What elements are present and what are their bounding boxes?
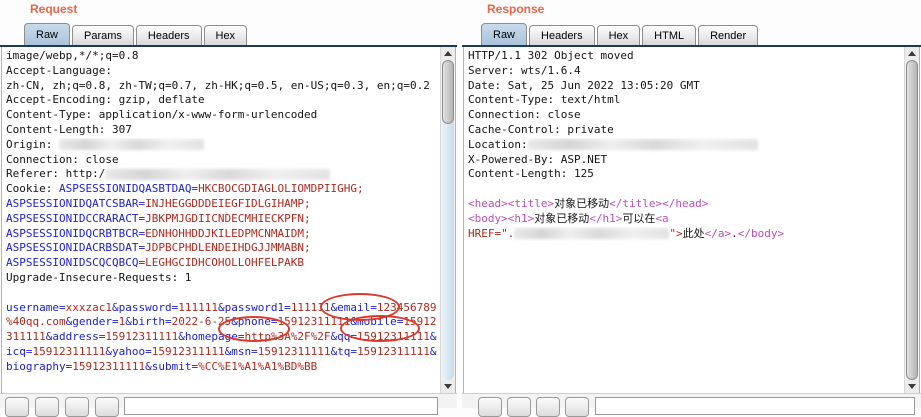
code-line: Accept-Language:: [6, 64, 438, 79]
http-message-viewer: { "ui": { "colors": { "title_orange": "#…: [0, 0, 921, 408]
request-tabs: RawParamsHeadersHex: [24, 22, 247, 46]
code-line: Content-Length: 125: [468, 167, 902, 182]
tab-raw[interactable]: Raw: [24, 23, 70, 46]
code-line: image/webp,*/*;q=0.8: [6, 49, 438, 64]
search-option-button-4[interactable]: [95, 397, 119, 417]
redacted-blur: [514, 228, 669, 239]
code-line: Connection: close: [468, 108, 902, 123]
redacted-blur: [105, 169, 330, 180]
code-line: icq=15912311111&yahoo=15912311111&msn=15…: [6, 345, 438, 360]
tab-html[interactable]: HTML: [642, 25, 696, 46]
down-arrow-icon: [444, 384, 452, 389]
request-editor[interactable]: image/webp,*/*;q=0.8Accept-Language:zh-C…: [1, 47, 456, 394]
code-line: Accept-Encoding: gzip, deflate: [6, 93, 438, 108]
code-line: Referer: http:/: [6, 167, 438, 182]
search-option-button-2[interactable]: [35, 397, 59, 417]
request-search-bar: [0, 393, 457, 408]
code-line: ASPSESSIONIDQCRBTBCR=EDNHOHHDDJKILEDPMCN…: [6, 227, 438, 242]
scrollbar-track[interactable]: [442, 60, 454, 380]
scroll-up-button[interactable]: [905, 47, 919, 60]
code-line: Date: Sat, 25 Jun 2022 13:05:20 GMT: [468, 79, 902, 94]
code-line: ASPSESSIONIDQATCSBAR=INJHEGGDDDEIEGFIDLG…: [6, 197, 438, 212]
response-scrollbar[interactable]: [904, 47, 919, 393]
scrollbar-thumb[interactable]: [906, 60, 918, 380]
scroll-down-button[interactable]: [905, 380, 919, 393]
redacted-blur: [59, 139, 204, 150]
code-line: <body><h1>对象已移动</h1>可以在<a: [468, 212, 902, 227]
search-option-button-3[interactable]: [65, 397, 89, 417]
request-title: Request: [30, 2, 77, 16]
code-line: 311111&address=15912311111&homepage=http…: [6, 330, 438, 345]
code-line: %40qq.com&gender=1&birth=2022-6-25&phone…: [6, 315, 438, 330]
up-arrow-icon: [908, 51, 916, 56]
scrollbar-track[interactable]: [906, 60, 918, 380]
scroll-up-button[interactable]: [441, 47, 455, 60]
code-line: biography=15912311111&submit=%CC%E1%A1%A…: [6, 360, 438, 375]
code-line: zh-CN, zh;q=0.8, zh-TW;q=0.7, zh-HK;q=0.…: [6, 79, 438, 94]
code-line: Content-Length: 307: [6, 123, 438, 138]
response-tabs: RawHeadersHexHTMLRender: [481, 22, 758, 46]
tab-headers[interactable]: Headers: [529, 25, 595, 46]
response-panel: Response RawHeadersHexHTMLRender HTTP/1.…: [462, 0, 921, 408]
request-scrollbar[interactable]: [440, 47, 455, 393]
code-line: X-Powered-By: ASP.NET: [468, 153, 902, 168]
tab-raw[interactable]: Raw: [481, 23, 527, 46]
code-line: Cache-Control: private: [468, 123, 902, 138]
code-line: HREF=".">此处</a>.</body>: [468, 227, 902, 242]
response-raw-text: HTTP/1.1 302 Object movedServer: wts/1.6…: [468, 49, 902, 241]
code-line: Location:: [468, 138, 902, 153]
tab-params[interactable]: Params: [72, 25, 134, 46]
search-option-button-4[interactable]: [565, 397, 589, 417]
search-option-button-1[interactable]: [478, 397, 502, 417]
response-title: Response: [487, 2, 544, 16]
code-line: <head><title>对象已移动</title></head>: [468, 197, 902, 212]
code-line: ASPSESSIONIDACRBSDAT=JDPBCPHDLENDEIHDGJJ…: [6, 241, 438, 256]
up-arrow-icon: [444, 51, 452, 56]
search-input[interactable]: [595, 397, 915, 415]
code-line: Origin:: [6, 138, 438, 153]
code-line: Upgrade-Insecure-Requests: 1: [6, 271, 438, 286]
search-option-button-2[interactable]: [507, 397, 531, 417]
code-line: Connection: close: [6, 153, 438, 168]
response-search-bar: [462, 393, 921, 408]
search-option-button-1[interactable]: [5, 397, 29, 417]
down-arrow-icon: [908, 384, 916, 389]
code-line: Server: wts/1.6.4: [468, 64, 902, 79]
code-line: [6, 286, 438, 301]
search-input[interactable]: [124, 397, 438, 415]
tab-render[interactable]: Render: [698, 25, 758, 46]
code-line: username=xxxzac1&password=111111&passwor…: [6, 301, 438, 316]
request-raw-text: image/webp,*/*;q=0.8Accept-Language:zh-C…: [6, 49, 438, 375]
request-panel: Request RawParamsHeadersHex image/webp,*…: [0, 0, 457, 408]
code-line: [468, 182, 902, 197]
code-line: ASPSESSIONIDCCRARACT=JBKPMJGDIICNDECMHIE…: [6, 212, 438, 227]
scrollbar-thumb[interactable]: [442, 60, 454, 124]
tab-headers[interactable]: Headers: [136, 25, 202, 46]
response-editor[interactable]: HTTP/1.1 302 Object movedServer: wts/1.6…: [463, 47, 920, 394]
redacted-blur: [528, 139, 758, 150]
tab-hex[interactable]: Hex: [204, 25, 248, 46]
scroll-down-button[interactable]: [441, 380, 455, 393]
code-line: Content-Type: application/x-www-form-url…: [6, 108, 438, 123]
code-line: Cookie: ASPSESSIONIDQASBTDAQ=HKCBOCGDIAG…: [6, 182, 438, 197]
tab-hex[interactable]: Hex: [597, 25, 641, 46]
search-option-button-3[interactable]: [536, 397, 560, 417]
code-line: HTTP/1.1 302 Object moved: [468, 49, 902, 64]
code-line: Content-Type: text/html: [468, 93, 902, 108]
code-line: ASPSESSIONIDSCQCQBCQ=LEGHGCIDHCOHOLLOHFE…: [6, 256, 438, 271]
